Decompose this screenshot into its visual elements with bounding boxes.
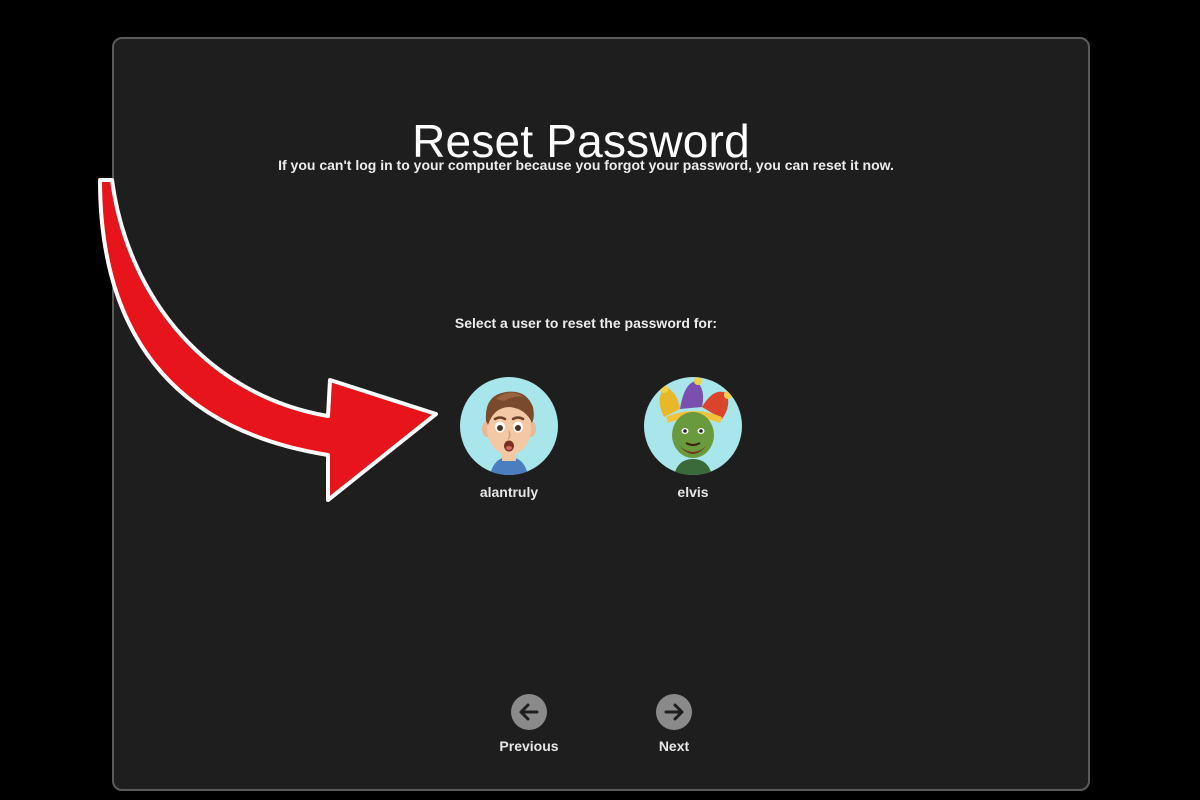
select-user-prompt: Select a user to reset the password for: (454, 315, 718, 331)
user-option-elvis[interactable]: elvis (623, 377, 763, 500)
memoji-jester-icon[interactable] (644, 377, 742, 475)
arrow-right-icon[interactable] (656, 694, 692, 730)
reset-password-dialog: Reset Password If you can't log in to yo… (112, 37, 1090, 791)
memoji-boy-icon[interactable] (460, 377, 558, 475)
user-option-alantruly[interactable]: alantruly (439, 377, 579, 500)
user-name: alantruly (479, 484, 539, 500)
dialog-description: If you can't log in to your computer bec… (278, 157, 894, 173)
previous-button[interactable]: Previous (479, 694, 579, 754)
next-button[interactable]: Next (624, 694, 724, 754)
screen: Reset Password If you can't log in to yo… (0, 0, 1200, 800)
arrow-left-icon[interactable] (511, 694, 547, 730)
user-name: elvis (677, 484, 709, 500)
next-label[interactable]: Next (624, 738, 724, 754)
previous-label[interactable]: Previous (479, 738, 579, 754)
